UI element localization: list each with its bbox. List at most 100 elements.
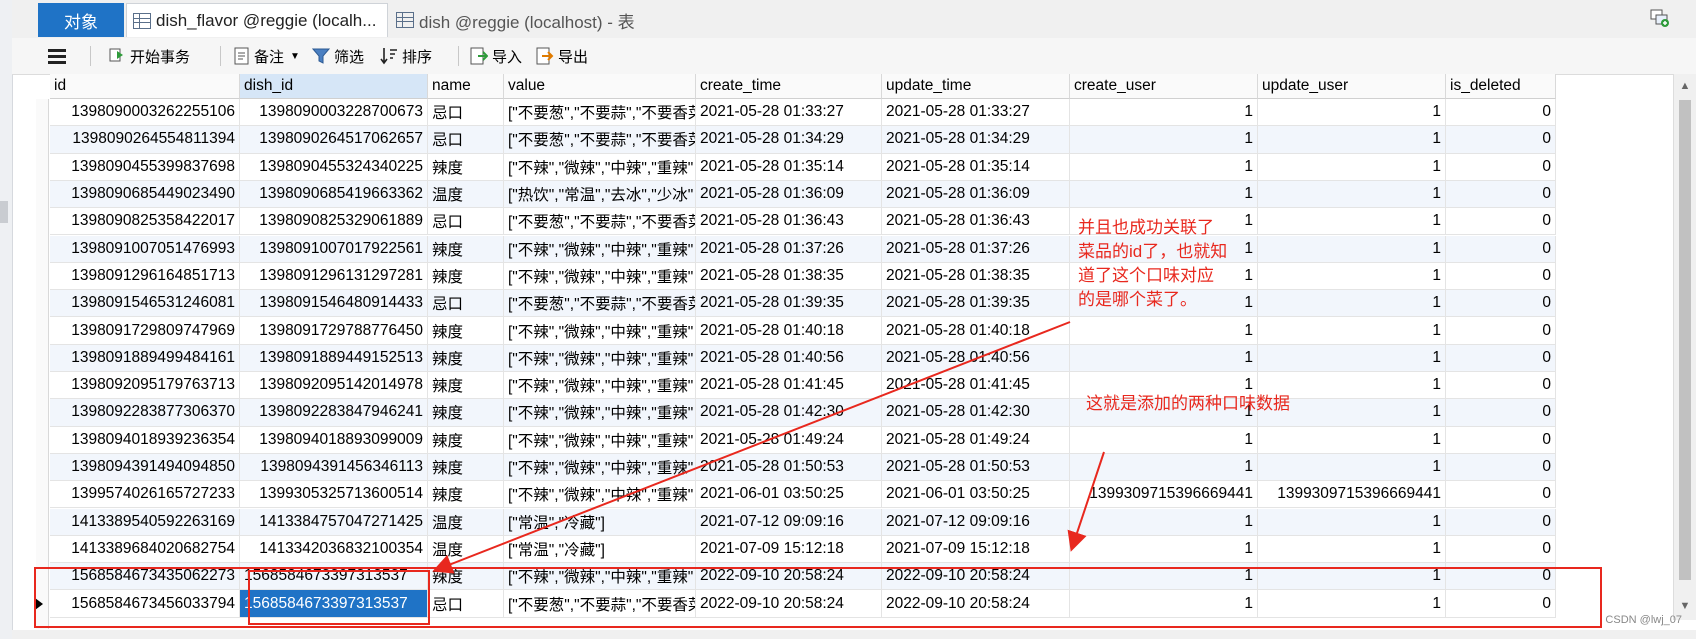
table-cell-dish-id[interactable]: 1398091546480914433 <box>240 290 428 318</box>
scrollbar-thumb[interactable] <box>1679 100 1691 580</box>
table-row[interactable]: 1398091729809747969 1398091729788776450 辣度… <box>36 317 1556 345</box>
table-cell-id[interactable]: 1398090685449023490 <box>50 180 240 209</box>
table-cell-dish-id[interactable]: 1398094018893099009 <box>240 426 428 454</box>
table-cell-is-deleted[interactable]: 0 <box>1446 344 1556 372</box>
table-cell-dish-id[interactable]: 1398094391456346113 <box>240 453 428 482</box>
table-cell-name[interactable]: 忌口 <box>428 208 504 236</box>
table-row[interactable]: 1398091889499484161 1398091889449152513 辣度… <box>36 344 1556 372</box>
table-cell-update-time[interactable]: 2021-05-28 01:41:45 <box>882 372 1070 400</box>
table-cell-name[interactable]: 辣度 <box>428 481 504 509</box>
table-cell-create-time[interactable]: 2021-05-28 01:49:24 <box>696 426 882 454</box>
filter-button[interactable]: 筛选 <box>312 44 364 68</box>
table-cell-name[interactable]: 忌口 <box>428 290 504 318</box>
table-cell-value[interactable]: ["不辣","微辣","中辣","重辣" <box>504 344 696 372</box>
table-cell-name[interactable]: 辣度 <box>428 235 504 263</box>
table-cell-update-user[interactable]: 1 <box>1258 99 1446 127</box>
table-cell-is-deleted[interactable]: 0 <box>1446 399 1556 427</box>
table-cell-update-time[interactable]: 2021-05-28 01:40:18 <box>882 317 1070 345</box>
table-cell-update-user[interactable]: 1 <box>1258 180 1446 209</box>
table-cell-create-time[interactable]: 2021-05-28 01:34:29 <box>696 126 882 154</box>
table-cell-id[interactable]: 1398092283877306370 <box>50 399 240 427</box>
table-cell-name[interactable]: 辣度 <box>428 453 504 482</box>
table-cell-create-time[interactable]: 2021-05-28 01:36:43 <box>696 208 882 236</box>
table-cell-create-user[interactable]: 1 <box>1070 453 1258 482</box>
table-cell-id[interactable]: 1398091007051476993 <box>50 235 240 263</box>
begin-transaction-button[interactable]: 开始事务 <box>108 44 190 68</box>
table-cell-is-deleted[interactable]: 0 <box>1446 290 1556 318</box>
scroll-up-icon[interactable]: ▲ <box>1679 80 1691 92</box>
table-cell-dish-id[interactable]: 1413384757047271425 <box>240 508 428 536</box>
table-cell-id[interactable]: 1398090264554811394 <box>50 126 240 154</box>
table-cell-is-deleted[interactable]: 0 <box>1446 235 1556 263</box>
table-cell-value[interactable]: ["不要葱","不要蒜","不要香菜 <box>504 126 696 154</box>
table-cell-update-user[interactable]: 1 <box>1258 535 1446 564</box>
table-cell-dish-id[interactable]: 1398090455324340225 <box>240 153 428 181</box>
table-cell-name[interactable]: 温度 <box>428 535 504 564</box>
table-cell-create-user[interactable]: 1 <box>1070 180 1258 209</box>
export-button[interactable]: 导出 <box>536 44 588 68</box>
table-cell-dish-id[interactable]: 1398092283847946241 <box>240 399 428 427</box>
table-cell-create-user[interactable]: 1 <box>1070 344 1258 372</box>
column-header-create-time[interactable]: create_time <box>696 74 882 99</box>
table-cell-name[interactable]: 辣度 <box>428 262 504 291</box>
table-cell-update-user[interactable]: 1 <box>1258 126 1446 154</box>
table-cell-update-user[interactable]: 1 <box>1258 153 1446 181</box>
table-cell-create-time[interactable]: 2021-05-28 01:40:18 <box>696 317 882 345</box>
column-header-update-user[interactable]: update_user <box>1258 74 1446 99</box>
table-cell-create-time[interactable]: 2021-07-12 09:09:16 <box>696 508 882 536</box>
vertical-scrollbar[interactable]: ▲ ▼ <box>1673 74 1696 620</box>
table-cell-name[interactable]: 忌口 <box>428 99 504 127</box>
table-row[interactable]: 1398092095179763713 1398092095142014978 辣度… <box>36 372 1556 400</box>
column-header-name[interactable]: name <box>428 74 504 99</box>
table-cell-update-user[interactable]: 1 <box>1258 208 1446 236</box>
table-cell-create-user[interactable]: 1399309715396669441 <box>1070 481 1258 509</box>
table-cell-value[interactable]: ["不辣","微辣","中辣","重辣" <box>504 235 696 263</box>
column-header-value[interactable]: value <box>504 74 696 99</box>
table-cell-id[interactable]: 1398091889499484161 <box>50 344 240 372</box>
table-cell-value[interactable]: ["不要葱","不要蒜","不要香菜 <box>504 99 696 127</box>
table-cell-update-time[interactable]: 2021-05-28 01:50:53 <box>882 453 1070 482</box>
table-cell-is-deleted[interactable]: 0 <box>1446 317 1556 345</box>
table-cell-is-deleted[interactable]: 0 <box>1446 372 1556 400</box>
table-cell-value[interactable]: ["不要葱","不要蒜","不要香菜 <box>504 290 696 318</box>
table-cell-id[interactable]: 1398091729809747969 <box>50 317 240 345</box>
table-cell-dish-id[interactable]: 1398090685419663362 <box>240 180 428 209</box>
table-cell-update-time[interactable]: 2021-07-12 09:09:16 <box>882 508 1070 536</box>
table-cell-is-deleted[interactable]: 0 <box>1446 99 1556 127</box>
table-cell-name[interactable]: 辣度 <box>428 372 504 400</box>
table-cell-create-time[interactable]: 2021-05-28 01:39:35 <box>696 290 882 318</box>
table-cell-dish-id[interactable]: 1398090825329061889 <box>240 208 428 236</box>
table-cell-create-user[interactable]: 1 <box>1070 508 1258 536</box>
table-row[interactable]: 1413389684020682754 1413342036832100354 温度… <box>36 535 1556 564</box>
table-row[interactable]: 1398090003262255106 1398090003228700673 忌口… <box>36 99 1556 127</box>
table-row[interactable]: 1413389540592263169 1413384757047271425 温度… <box>36 508 1556 536</box>
table-cell-id[interactable]: 1398090003262255106 <box>50 99 240 127</box>
table-cell-update-time[interactable]: 2021-05-28 01:42:30 <box>882 399 1070 427</box>
table-cell-value[interactable]: ["常温","冷藏"] <box>504 535 696 564</box>
table-cell-id[interactable]: 1413389540592263169 <box>50 508 240 536</box>
table-cell-update-time[interactable]: 2021-05-28 01:40:56 <box>882 344 1070 372</box>
table-cell-dish-id[interactable]: 1398091296131297281 <box>240 262 428 291</box>
table-cell-update-user[interactable]: 1 <box>1258 426 1446 454</box>
column-header-create-user[interactable]: create_user <box>1070 74 1258 99</box>
import-button[interactable]: 导入 <box>470 44 522 68</box>
table-cell-update-user[interactable]: 1 <box>1258 453 1446 482</box>
column-header-dish-id[interactable]: dish_id <box>240 74 428 99</box>
table-cell-value[interactable]: ["不辣","微辣","中辣","重辣" <box>504 399 696 427</box>
table-cell-name[interactable]: 辣度 <box>428 317 504 345</box>
table-cell-is-deleted[interactable]: 0 <box>1446 535 1556 564</box>
table-cell-create-time[interactable]: 2021-05-28 01:37:26 <box>696 235 882 263</box>
table-cell-value[interactable]: ["不辣","微辣","中辣","重辣" <box>504 481 696 509</box>
menu-button[interactable] <box>48 44 70 68</box>
column-header-is-deleted[interactable]: is_deleted <box>1446 74 1556 99</box>
table-cell-value[interactable]: ["不辣","微辣","中辣","重辣" <box>504 426 696 454</box>
table-cell-dish-id[interactable]: 1398091889449152513 <box>240 344 428 372</box>
table-cell-dish-id[interactable]: 1398091729788776450 <box>240 317 428 345</box>
table-cell-update-time[interactable]: 2021-05-28 01:34:29 <box>882 126 1070 154</box>
table-cell-value[interactable]: ["常温","冷藏"] <box>504 508 696 536</box>
table-cell-create-time[interactable]: 2021-05-28 01:36:09 <box>696 180 882 209</box>
table-cell-value[interactable]: ["不要葱","不要蒜","不要香菜 <box>504 208 696 236</box>
table-cell-id[interactable]: 1413389684020682754 <box>50 535 240 564</box>
table-cell-is-deleted[interactable]: 0 <box>1446 481 1556 509</box>
table-cell-update-time[interactable]: 2021-05-28 01:49:24 <box>882 426 1070 454</box>
